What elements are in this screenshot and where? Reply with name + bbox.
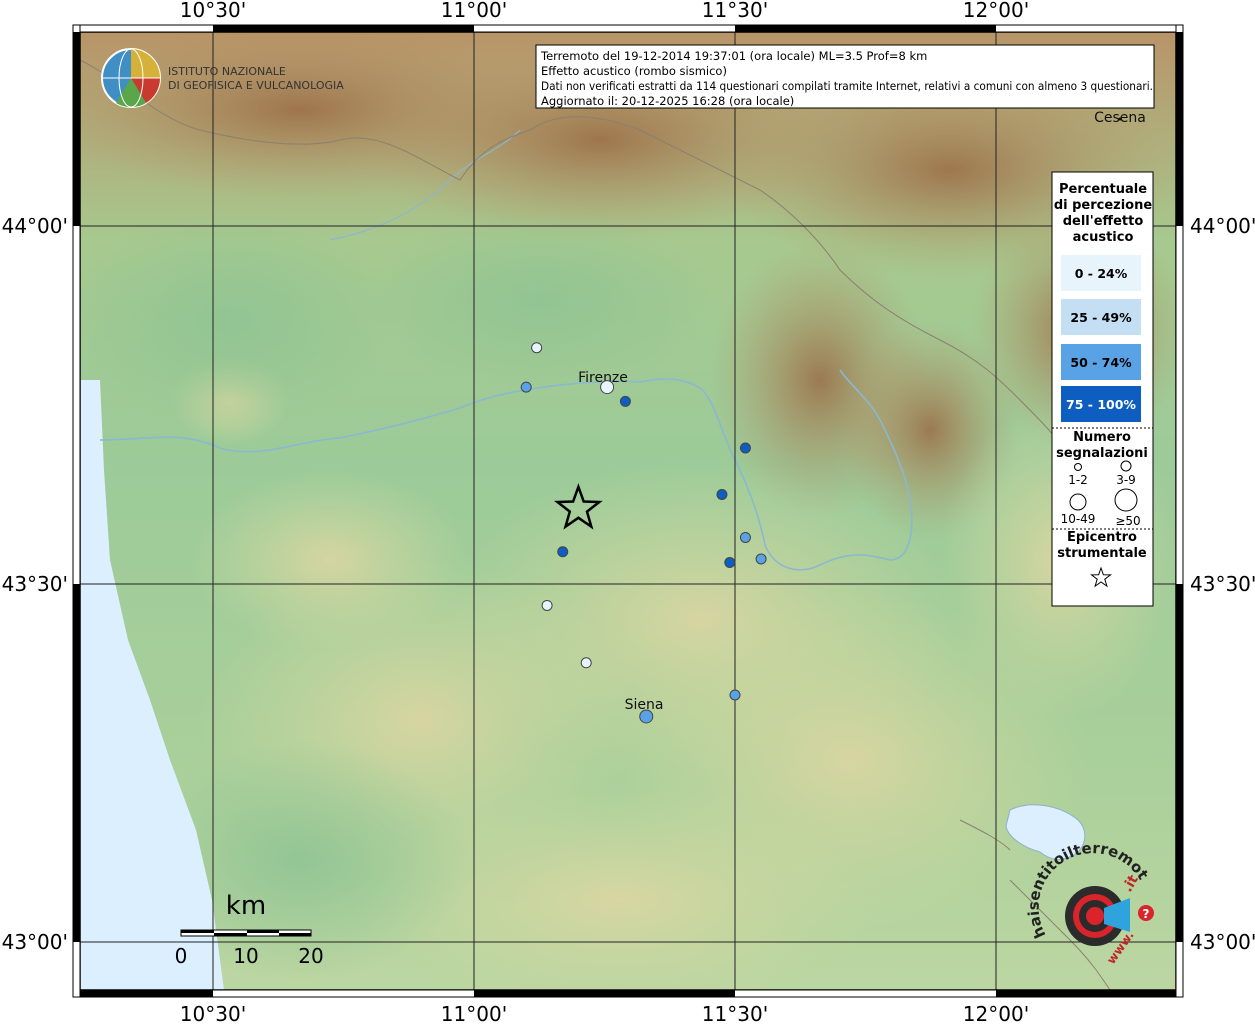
legend: Percentuale di percezione dell'effetto a… bbox=[1051, 171, 1154, 607]
observation-point bbox=[755, 553, 767, 565]
logo-line2: DI GEOFISICA E VULCANOLOGIA bbox=[168, 79, 344, 92]
lat-label: 43°00' bbox=[1190, 930, 1255, 954]
observation-point bbox=[724, 557, 736, 569]
legend-size-10-49-icon bbox=[1069, 493, 1087, 511]
legend-epicenter-line1: Epicentro bbox=[1067, 530, 1137, 545]
legend-size-1-2: 1-2 bbox=[1068, 473, 1088, 487]
observation-point bbox=[739, 442, 751, 454]
lat-label: 44°00' bbox=[1190, 214, 1255, 238]
observation-point bbox=[541, 599, 553, 611]
lon-label: 11°30' bbox=[702, 1002, 768, 1024]
latitude-labels-left: 44°00' 43°30' 43°00' bbox=[2, 214, 68, 954]
observation-point bbox=[557, 546, 569, 558]
info-updated: Aggiornato il: 20-12-2025 16:28 (ora loc… bbox=[541, 94, 794, 108]
scale-label-20: 20 bbox=[298, 944, 323, 968]
scale-label-0: 0 bbox=[175, 944, 188, 968]
logo-line1: ISTITUTO NAZIONALE bbox=[168, 65, 286, 78]
lon-label: 11°30' bbox=[702, 0, 768, 22]
observation-point bbox=[716, 489, 728, 500]
legend-size-10-49: 10-49 bbox=[1061, 512, 1096, 526]
latitude-labels-right: 44°00' 43°30' 43°00' bbox=[1190, 214, 1255, 954]
seismic-map: 10°30' 11°00' 11°30' 12°00' 10°30' 11°00… bbox=[0, 0, 1255, 1024]
legend-title-line3: dell'effetto bbox=[1063, 214, 1144, 229]
observation-point bbox=[639, 709, 654, 724]
scale-unit: km bbox=[226, 891, 266, 921]
legend-label-75-100: 75 - 100% bbox=[1066, 397, 1136, 412]
lat-label: 43°30' bbox=[2, 572, 68, 596]
legend-epicenter-line2: strumentale bbox=[1057, 546, 1147, 561]
legend-size-50-icon bbox=[1114, 488, 1138, 512]
legend-title-line4: acustico bbox=[1073, 230, 1134, 245]
lat-label: 43°00' bbox=[2, 930, 68, 954]
legend-size-3-9-icon bbox=[1120, 460, 1132, 472]
lat-label: 44°00' bbox=[2, 214, 68, 238]
lon-label: 11°00' bbox=[441, 0, 507, 22]
legend-label-50-74: 50 - 74% bbox=[1070, 355, 1132, 370]
lon-label: 11°00' bbox=[441, 1002, 507, 1024]
observation-point bbox=[531, 342, 543, 354]
legend-size-3-9: 3-9 bbox=[1116, 473, 1136, 487]
info-box: Terremoto del 19-12-2014 19:37:01 (ora l… bbox=[535, 44, 1155, 109]
observation-point bbox=[600, 380, 615, 395]
lon-label: 10°30' bbox=[180, 0, 246, 22]
longitude-labels-top: 10°30' 11°00' 11°30' 12°00' bbox=[180, 0, 1029, 22]
lat-label: 43°30' bbox=[1190, 572, 1255, 596]
observation-point bbox=[580, 657, 592, 669]
legend-count-title-line2: segnalazioni bbox=[1056, 446, 1148, 461]
city-marker-cesena bbox=[1118, 117, 1122, 121]
info-event: Terremoto del 19-12-2014 19:37:01 (ora l… bbox=[540, 49, 927, 63]
observation-point bbox=[729, 689, 741, 701]
scale-label-10: 10 bbox=[233, 944, 258, 968]
legend-title-line1: Percentuale bbox=[1059, 182, 1147, 197]
legend-label-0-24: 0 - 24% bbox=[1075, 266, 1128, 281]
legend-size-1-2-icon bbox=[1074, 463, 1082, 471]
lon-label: 12°00' bbox=[963, 0, 1029, 22]
lon-label: 12°00' bbox=[963, 1002, 1029, 1024]
legend-count-title-line1: Numero bbox=[1073, 430, 1131, 445]
longitude-labels-bottom: 10°30' 11°00' 11°30' 12°00' bbox=[180, 1002, 1029, 1024]
info-effect: Effetto acustico (rombo sismico) bbox=[541, 64, 727, 78]
observation-point bbox=[520, 381, 532, 393]
info-data-note: Dati non verificati estratti da 114 ques… bbox=[541, 79, 1153, 93]
legend-label-25-49: 25 - 49% bbox=[1070, 310, 1132, 325]
legend-title-line2: di percezione bbox=[1054, 198, 1153, 213]
lon-label: 10°30' bbox=[180, 1002, 246, 1024]
observation-point bbox=[739, 531, 751, 543]
legend-size-50: ≥50 bbox=[1115, 514, 1140, 528]
svg-text:?: ? bbox=[1143, 907, 1150, 921]
observation-point bbox=[619, 395, 631, 407]
